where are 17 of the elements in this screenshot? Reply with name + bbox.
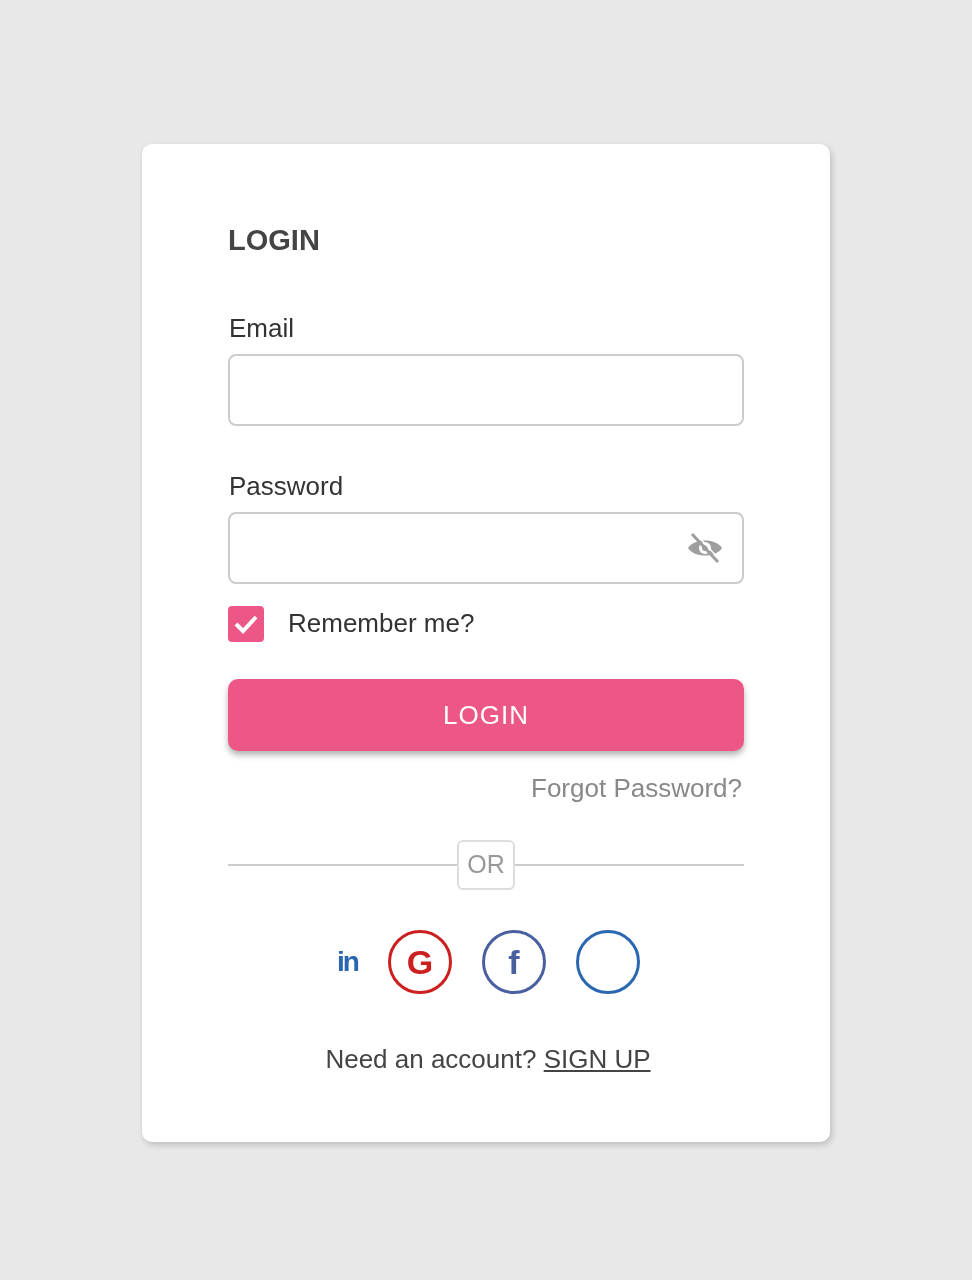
- forgot-password-link[interactable]: Forgot Password?: [531, 769, 744, 808]
- field-label: Password: [228, 470, 345, 502]
- password-field[interactable]: [228, 512, 744, 584]
- social-login-button[interactable]: f: [481, 930, 546, 994]
- remember-label: Remember me?: [288, 607, 475, 640]
- eye-slash-icon[interactable]: [686, 532, 724, 564]
- social-login-button[interactable]: in: [337, 948, 358, 976]
- email-field[interactable]: [228, 354, 744, 426]
- login-button[interactable]: LOGIN: [228, 679, 744, 751]
- signup-link[interactable]: SIGN UP: [543, 1040, 651, 1079]
- social-login-button[interactable]: [575, 930, 640, 994]
- signup-prompt: Need an account?: [325, 1043, 537, 1076]
- social-login-button[interactable]: G: [387, 930, 452, 994]
- remember-checkbox[interactable]: [228, 605, 264, 642]
- login-title: LOGIN: [228, 223, 321, 258]
- field-label: Email: [228, 312, 295, 344]
- or-label: OR: [457, 840, 515, 890]
